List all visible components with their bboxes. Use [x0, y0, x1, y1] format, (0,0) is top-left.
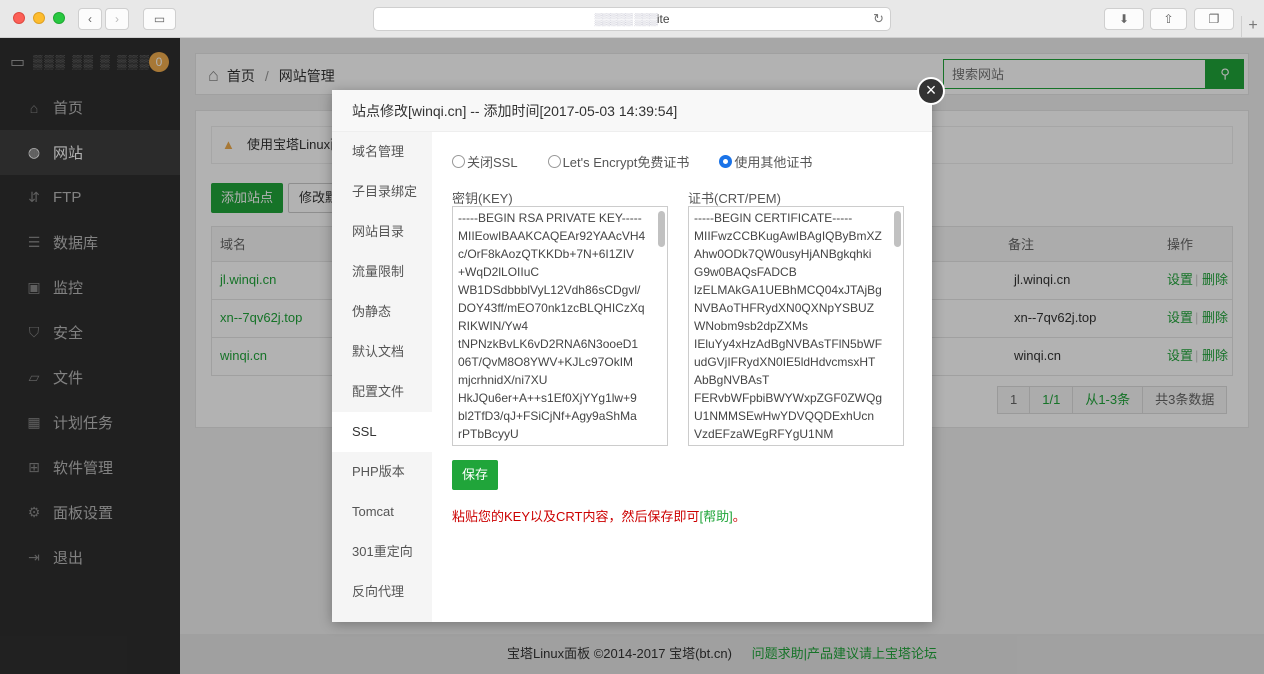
- new-tab-button[interactable]: +: [1241, 16, 1264, 38]
- ssl-hint: 粘贴您的KEY以及CRT内容，然后保存即可[帮助]。: [452, 506, 746, 525]
- cert-line: FERvbWFpbiBWYWxpZGF0ZWQg: [694, 391, 883, 405]
- radio-label: Let's Encrypt免费证书: [562, 155, 690, 170]
- scrollbar-thumb[interactable]: [658, 211, 665, 247]
- address-bar[interactable]: ▒▒▒▒▒ ▒▒▒ite ↻: [373, 7, 891, 31]
- radio-label: 使用其他证书: [734, 155, 813, 170]
- cert-line: NVBAoTHFRydXN0QXNpYSBUZ: [694, 301, 875, 315]
- url-text: ite: [656, 12, 670, 26]
- modal-tabs: 域名管理 子目录绑定 网站目录 流量限制 伪静态 默认文档 配置文件 SSL P…: [332, 132, 432, 622]
- modal-title: 站点修改[winqi.cn] -- 添加时间[2017-05-03 14:39:…: [332, 90, 932, 132]
- cert-line: AbBgNVBAsT: [694, 373, 770, 387]
- cert-line: MIIFwzCCBKugAwIBAgIQByBmXZ: [694, 229, 882, 243]
- cert-line: -----BEGIN CERTIFICATE-----: [694, 211, 853, 225]
- radio-checked-icon[interactable]: [719, 155, 733, 168]
- url-blurred: ▒▒▒▒▒ ▒▒▒: [594, 12, 657, 26]
- radio-icon[interactable]: [452, 155, 465, 168]
- key-line: +WqD2lLOIIuC: [458, 265, 540, 279]
- ssl-panel: 关闭SSL Let's Encrypt免费证书 使用其他证书 密钥(KEY) 证…: [432, 132, 932, 622]
- zoom-window-button[interactable]: [53, 12, 65, 24]
- forward-button[interactable]: ›: [105, 8, 129, 30]
- cert-line: G9w0BAQsFADCB: [694, 265, 797, 279]
- reload-icon[interactable]: ↻: [873, 8, 884, 30]
- key-textarea[interactable]: -----BEGIN RSA PRIVATE KEY----- MIIEowIB…: [452, 206, 668, 446]
- key-line: WB1DSdbbblVyL12Vdh86sCDgvl/: [458, 283, 641, 297]
- hint-end: 。: [732, 509, 746, 524]
- key-line: 06T/QvM8O8YWV+KJLc97OkIM: [458, 355, 634, 369]
- tab-rewrite[interactable]: 伪静态: [332, 292, 432, 332]
- key-line: rPTbBcyyU: [458, 427, 519, 441]
- ssl-mode-radios: 关闭SSL Let's Encrypt免费证书 使用其他证书: [452, 152, 842, 171]
- chevron-left-icon: ‹: [88, 12, 92, 26]
- share-button[interactable]: ⇧: [1150, 8, 1187, 30]
- tab-site-dir[interactable]: 网站目录: [332, 212, 432, 252]
- key-line: -----BEGIN RSA PRIVATE KEY-----: [458, 211, 642, 225]
- cert-line: udGVjIFRydXN0IE5ldHdvcmsxHT: [694, 355, 876, 369]
- back-button[interactable]: ‹: [78, 8, 102, 30]
- tab-domain-manage[interactable]: 域名管理: [332, 132, 432, 172]
- sidebar-icon: ▭: [153, 12, 166, 26]
- help-link[interactable]: [帮助]: [700, 509, 733, 524]
- key-line: RIKWIN/Yw4: [458, 319, 529, 333]
- radio-other-cert[interactable]: 使用其他证书: [719, 152, 812, 171]
- cert-line: VzdEFzaWEgRFYgU1NM: [694, 427, 834, 441]
- tab-subdir-bind[interactable]: 子目录绑定: [332, 172, 432, 212]
- key-line: mjcrhnidX/ni7XU: [458, 373, 548, 387]
- cert-label: 证书(CRT/PEM): [688, 191, 781, 206]
- save-button[interactable]: 保存: [452, 460, 498, 490]
- key-line: HkJQu6er+A++s1Ef0XjYYg1lw+9: [458, 391, 637, 405]
- cert-line: U1NMMSEwHwYDVQQDExhUcn: [694, 409, 875, 423]
- tabs-button[interactable]: ❐: [1194, 8, 1234, 30]
- close-window-button[interactable]: [13, 12, 25, 24]
- radio-label: 关闭SSL: [467, 155, 518, 170]
- cert-line: WNobm9sb2dpZXMs: [694, 319, 809, 333]
- download-icon: ⬇: [1118, 12, 1130, 26]
- plus-icon: +: [1248, 17, 1258, 34]
- browser-toolbar: ‹ › ▭ ▒▒▒▒▒ ▒▒▒ite ↻ ⬇ ⇧ ❐ +: [0, 0, 1264, 38]
- radio-letsencrypt[interactable]: Let's Encrypt免费证书: [547, 152, 690, 171]
- site-edit-modal: 站点修改[winqi.cn] -- 添加时间[2017-05-03 14:39:…: [332, 77, 945, 622]
- tabs-icon: ❐: [1208, 12, 1220, 26]
- radio-icon[interactable]: [547, 155, 561, 168]
- key-line: c/OrF8kAozQTKKDb+7N+6I1ZIV: [458, 247, 635, 261]
- tab-php-version[interactable]: PHP版本: [332, 452, 432, 492]
- cert-line: lzELMAkGA1UEBhMCQ04xJTAjBg: [694, 283, 882, 297]
- cert-line: Ahw0ODk7QW0usyHjANBgkqhki: [694, 247, 872, 261]
- key-line: tNPNzkBvLK6vD2RNA6N3ooeD1: [458, 337, 639, 351]
- tab-default-doc[interactable]: 默认文档: [332, 332, 432, 372]
- tab-tomcat[interactable]: Tomcat: [332, 492, 432, 532]
- share-icon: ⇧: [1163, 12, 1174, 26]
- chevron-right-icon: ›: [115, 12, 119, 26]
- cert-textarea[interactable]: -----BEGIN CERTIFICATE----- MIIFwzCCBKug…: [688, 206, 904, 446]
- key-line: bl2TfD3/qJ+FSiCjNf+Agy9aShMa: [458, 409, 637, 423]
- key-label: 密钥(KEY): [452, 191, 513, 206]
- minimize-window-button[interactable]: [33, 12, 45, 24]
- tab-reverse-proxy[interactable]: 反向代理: [332, 572, 432, 612]
- downloads-button[interactable]: ⬇: [1104, 8, 1144, 30]
- close-icon[interactable]: ×: [917, 77, 945, 105]
- tab-traffic-limit[interactable]: 流量限制: [332, 252, 432, 292]
- tab-redirect-301[interactable]: 301重定向: [332, 532, 432, 572]
- key-line: MIIEowIBAAKCAQEAr92YAAcVH4: [458, 229, 646, 243]
- scrollbar-thumb[interactable]: [894, 211, 901, 247]
- tab-ssl[interactable]: SSL: [332, 412, 432, 452]
- hint-text: 粘贴您的KEY以及CRT内容，然后保存即可: [452, 509, 700, 524]
- radio-ssl-off[interactable]: 关闭SSL: [452, 152, 518, 171]
- tab-config-file[interactable]: 配置文件: [332, 372, 432, 412]
- key-line: DOY43ff/mEO70nk1zcBLQHICzXq: [458, 301, 645, 315]
- sidebar-toggle-button[interactable]: ▭: [143, 8, 176, 30]
- cert-line: IEluYy4xHzAdBgNVBAsTFlN5bWF: [694, 337, 883, 351]
